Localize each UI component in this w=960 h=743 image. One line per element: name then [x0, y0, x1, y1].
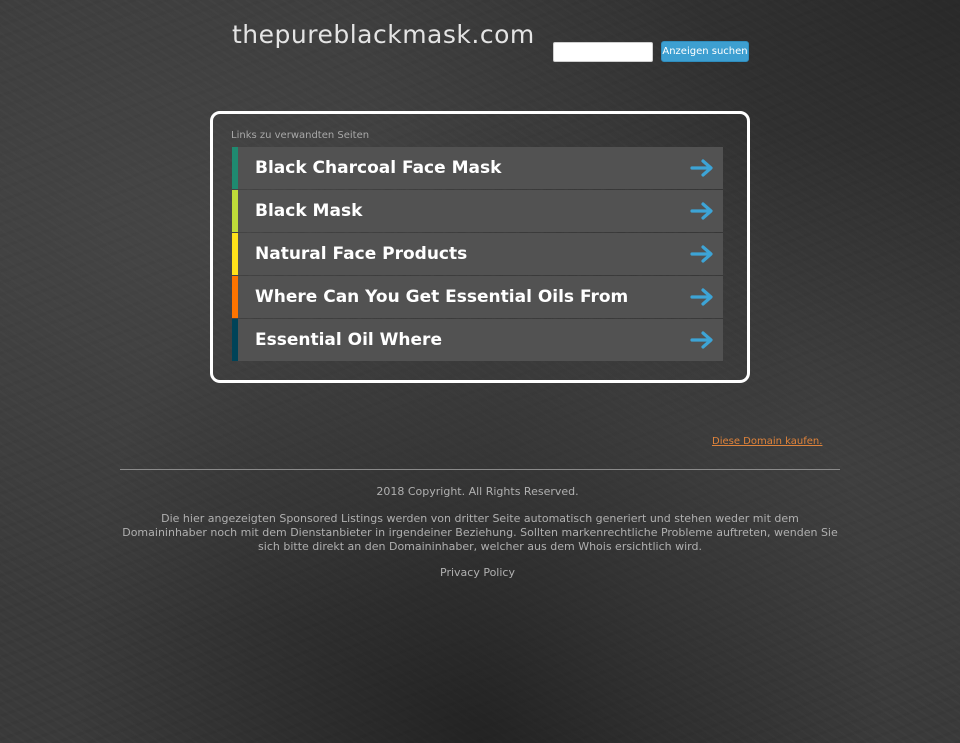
- related-links-panel: Links zu verwandten Seiten Black Charcoa…: [210, 111, 750, 383]
- related-link-label: Black Mask: [255, 201, 363, 221]
- footer-divider: [120, 469, 840, 470]
- related-link-item[interactable]: Natural Face Products: [232, 233, 723, 275]
- related-link-item[interactable]: Where Can You Get Essential Oils From: [232, 276, 723, 318]
- related-link-label: Black Charcoal Face Mask: [255, 158, 502, 178]
- related-link-label: Essential Oil Where: [255, 330, 442, 350]
- arrow-right-icon: [690, 331, 713, 349]
- arrow-right-icon: [690, 159, 713, 177]
- disclaimer-text: Die hier angezeigten Sponsored Listings …: [122, 512, 838, 553]
- link-accent-bar: [232, 147, 238, 189]
- link-accent-bar: [232, 319, 238, 361]
- related-link-label: Where Can You Get Essential Oils From: [255, 287, 629, 307]
- search-button[interactable]: Anzeigen suchen: [661, 41, 749, 62]
- privacy-policy-link[interactable]: Privacy Policy: [120, 566, 835, 579]
- arrow-right-icon: [690, 202, 713, 220]
- related-link-item[interactable]: Black Mask: [232, 190, 723, 232]
- arrow-right-icon: [690, 245, 713, 263]
- search-input[interactable]: [553, 42, 653, 62]
- copyright-text: 2018 Copyright. All Rights Reserved.: [376, 485, 579, 498]
- related-links-list: Black Charcoal Face Mask Black Mask Natu…: [232, 147, 723, 362]
- related-links-heading: Links zu verwandten Seiten: [231, 130, 370, 141]
- link-accent-bar: [232, 190, 238, 232]
- buy-domain-link[interactable]: Diese Domain kaufen.: [712, 436, 822, 447]
- arrow-right-icon: [690, 288, 713, 306]
- related-link-item[interactable]: Black Charcoal Face Mask: [232, 147, 723, 189]
- related-link-label: Natural Face Products: [255, 244, 468, 264]
- related-link-item[interactable]: Essential Oil Where: [232, 319, 723, 361]
- link-accent-bar: [232, 233, 238, 275]
- link-accent-bar: [232, 276, 238, 318]
- site-title: thepureblackmask.com: [232, 20, 535, 49]
